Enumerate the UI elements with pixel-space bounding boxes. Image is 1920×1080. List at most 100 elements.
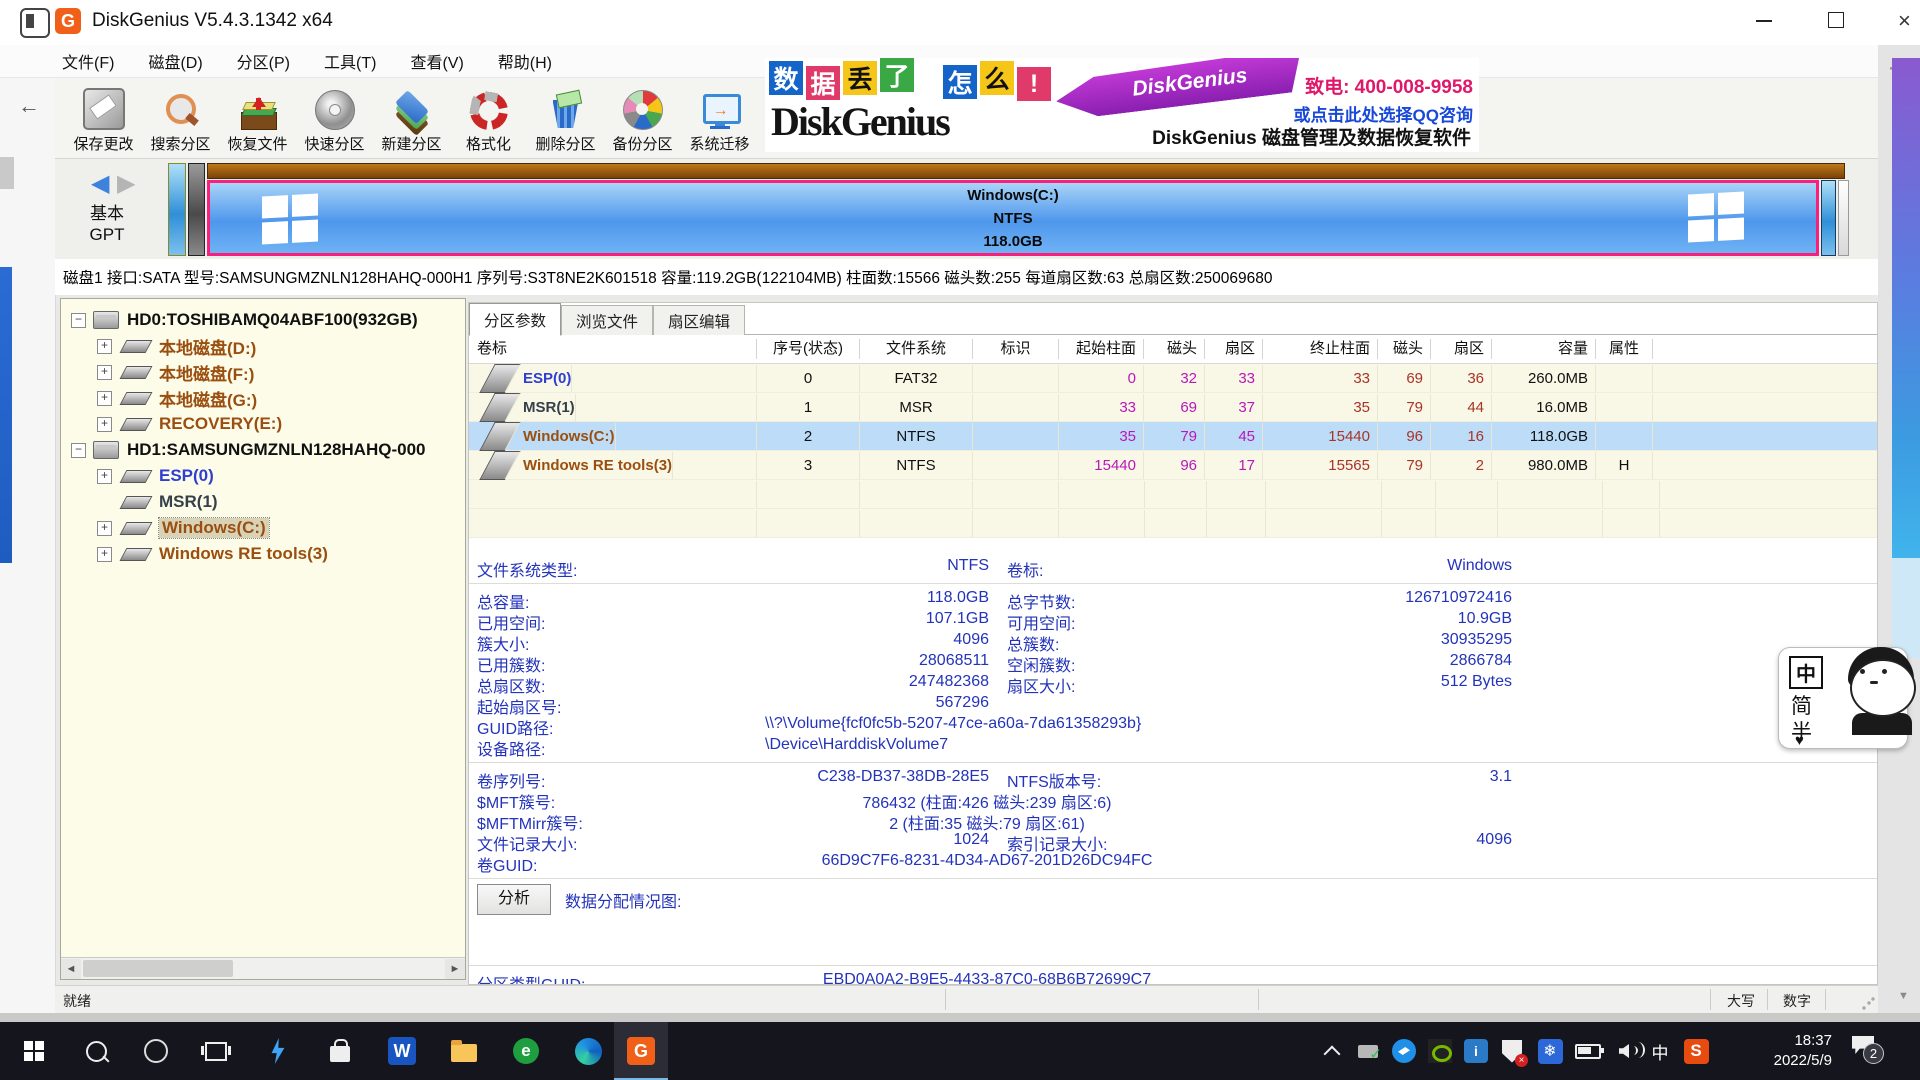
banner-contact[interactable]: 致电: 400-008-9958 或点击此处选择QQ咨询 xyxy=(1294,72,1473,126)
tray-security[interactable]: × xyxy=(1494,1022,1530,1080)
tree-item-hd1[interactable]: − HD1:SAMSUNGMZNLN128HAHQ-000 xyxy=(61,437,465,463)
detail-row: 卷序列号:C238-DB37-38DB-28E5 NTFS版本号:3.1 xyxy=(469,768,1878,789)
tree-item-esp[interactable]: + ESP(0) xyxy=(61,463,465,489)
expand-icon[interactable]: + xyxy=(97,417,112,432)
partition-details: 文件系统类型:NTFS 卷标:Windows 总容量:118.0GB 总字节数:… xyxy=(469,557,1878,985)
taskbar-app-lightning[interactable] xyxy=(252,1022,304,1080)
partition-block-windows-c[interactable]: Windows(C:) NTFS 118.0GB xyxy=(207,180,1819,256)
ime-status-sticker[interactable]: 中 简 半 ♥ xyxy=(1778,643,1920,753)
tray-volume[interactable] xyxy=(1606,1022,1642,1080)
search-partition-button[interactable]: 搜索分区 xyxy=(142,82,219,154)
scroll-left-icon[interactable]: ◄ xyxy=(61,959,81,979)
tree-item-hd0[interactable]: − HD0:TOSHIBAMQ04ABF100(932GB) xyxy=(61,307,465,333)
scrollbar-thumb[interactable] xyxy=(83,960,233,977)
tree-item-msr[interactable]: MSR(1) xyxy=(61,489,465,515)
expand-icon[interactable]: + xyxy=(97,391,112,406)
tree-item-recovery-e[interactable]: + RECOVERY(E:) xyxy=(61,411,465,437)
system-migration-button[interactable]: → 系统迁移 xyxy=(681,82,758,154)
taskbar-app-word[interactable]: W xyxy=(376,1022,428,1080)
maximize-icon[interactable] xyxy=(1828,12,1844,28)
menu-file[interactable]: 文件(F) xyxy=(62,49,114,73)
menu-tools[interactable]: 工具(T) xyxy=(324,49,376,73)
tray-ime-indicator[interactable]: 中 xyxy=(1642,1022,1678,1080)
collapse-icon[interactable]: − xyxy=(71,443,86,458)
expand-icon[interactable]: + xyxy=(97,339,112,354)
taskbar: W e G ✓ i × ❄ xyxy=(0,1022,1920,1080)
taskbar-search-button[interactable] xyxy=(70,1022,122,1080)
disk-nav-prev-icon[interactable]: ◀ xyxy=(91,169,109,198)
table-row-windows-re[interactable]: Windows RE tools(3) 3 NTFS 15440 96 17 1… xyxy=(469,451,1878,480)
tree-item-local-d[interactable]: + 本地磁盘(D:) xyxy=(61,333,465,359)
tab-partition-params[interactable]: 分区参数 xyxy=(469,303,561,336)
tree-item-windows-c[interactable]: + Windows(C:) xyxy=(61,515,465,541)
partition-block-esp[interactable] xyxy=(168,163,186,256)
title-bar: G DiskGenius V5.4.3.1342 x64 × xyxy=(0,0,1920,45)
quick-partition-button[interactable]: 快速分区 xyxy=(296,82,373,154)
table-row-msr[interactable]: MSR(1) 1 MSR 33 69 37 35 79 44 16.0MB xyxy=(469,393,1878,422)
tray-intel-graphics[interactable]: i xyxy=(1458,1022,1494,1080)
menu-partition[interactable]: 分区(P) xyxy=(237,49,290,73)
windows-start-icon xyxy=(24,1041,44,1061)
tree-horizontal-scrollbar[interactable]: ◄ ► xyxy=(61,957,465,979)
resize-grip[interactable] xyxy=(1861,997,1875,1011)
taskbar-app-emule[interactable]: e xyxy=(500,1022,552,1080)
tray-printer[interactable]: ✓ xyxy=(1350,1022,1386,1080)
tab-sector-edit[interactable]: 扇区编辑 xyxy=(653,305,745,335)
menu-view[interactable]: 查看(V) xyxy=(410,49,463,73)
banner-ribbon: DiskGenius xyxy=(1053,58,1306,121)
format-button[interactable]: 格式化 xyxy=(450,82,527,154)
disk-nav-next-icon[interactable]: ▶ xyxy=(117,169,135,198)
cortana-button[interactable] xyxy=(130,1022,182,1080)
table-row-esp[interactable]: ESP(0) 0 FAT32 0 32 33 33 69 36 260.0MB xyxy=(469,364,1878,393)
partition-icon xyxy=(120,340,153,353)
expand-icon[interactable]: + xyxy=(97,521,112,536)
taskbar-app-explorer[interactable] xyxy=(438,1022,490,1080)
collapse-icon[interactable]: − xyxy=(71,313,86,328)
scroll-right-icon[interactable]: ► xyxy=(445,959,465,979)
banner-phone[interactable]: 致电: 400-008-9958 xyxy=(1294,72,1473,99)
tree-item-local-g[interactable]: + 本地磁盘(G:) xyxy=(61,385,465,411)
clock-date: 2022/5/9 xyxy=(1746,1051,1832,1071)
backup-partition-button[interactable]: 备份分区 xyxy=(604,82,681,154)
battery-icon xyxy=(1575,1044,1601,1059)
partition-block-windows-re[interactable] xyxy=(1821,180,1836,256)
taskbar-app-edge[interactable] xyxy=(562,1022,614,1080)
back-arrow-icon[interactable]: ← xyxy=(18,93,40,119)
expand-icon[interactable]: + xyxy=(97,469,112,484)
start-button[interactable] xyxy=(8,1022,60,1080)
task-view-button[interactable] xyxy=(190,1022,242,1080)
menu-help[interactable]: 帮助(H) xyxy=(498,49,552,73)
tray-show-hidden-button[interactable] xyxy=(1314,1022,1350,1080)
taskbar-clock[interactable]: 18:37 2022/5/9 xyxy=(1746,1031,1832,1071)
tree-item-local-f[interactable]: + 本地磁盘(F:) xyxy=(61,359,465,385)
disk-band[interactable] xyxy=(207,163,1845,179)
expand-icon[interactable]: + xyxy=(97,547,112,562)
taskbar-app-diskgenius[interactable]: G xyxy=(615,1022,667,1080)
partition-icon xyxy=(479,451,520,480)
close-icon[interactable]: × xyxy=(1898,8,1911,34)
tray-messenger[interactable] xyxy=(1386,1022,1422,1080)
recover-files-button[interactable]: 恢复文件 xyxy=(219,82,296,154)
taskbar-app-store[interactable] xyxy=(314,1022,366,1080)
menu-disk[interactable]: 磁盘(D) xyxy=(148,49,202,73)
partition-block-msr[interactable] xyxy=(188,163,205,256)
table-row-windows-c[interactable]: Windows(C:) 2 NTFS 35 79 45 15440 96 16 … xyxy=(469,422,1878,451)
chevron-up-icon xyxy=(1324,1045,1341,1062)
disk-scheme-label: GPT xyxy=(69,225,145,245)
tab-browse-files[interactable]: 浏览文件 xyxy=(561,305,653,335)
analyze-button[interactable]: 分析 xyxy=(477,884,551,915)
save-changes-button[interactable]: 保存更改 xyxy=(65,82,142,154)
delete-partition-button[interactable]: 删除分区 xyxy=(527,82,604,154)
tray-battery[interactable] xyxy=(1570,1022,1606,1080)
tree-item-windows-re[interactable]: + Windows RE tools(3) xyxy=(61,541,465,567)
minimize-icon[interactable] xyxy=(1756,20,1772,22)
action-center-button[interactable]: 2 xyxy=(1852,1036,1876,1058)
expand-icon[interactable]: + xyxy=(97,365,112,380)
banner-ad[interactable]: 数 据 丢 了 怎 么 ! DiskGenius DiskGenius 致电: … xyxy=(765,58,1479,152)
speaker-icon xyxy=(1619,1044,1629,1058)
tray-nvidia[interactable] xyxy=(1422,1022,1458,1080)
new-partition-button[interactable]: 新建分区 xyxy=(373,82,450,154)
tray-snowflake-app[interactable]: ❄ xyxy=(1532,1022,1568,1080)
tray-diskgenius[interactable]: S xyxy=(1678,1022,1714,1080)
disk-info-line: 磁盘1 接口:SATA 型号:SAMSUNGMZNLN128HAHQ-000H1… xyxy=(55,259,1878,295)
